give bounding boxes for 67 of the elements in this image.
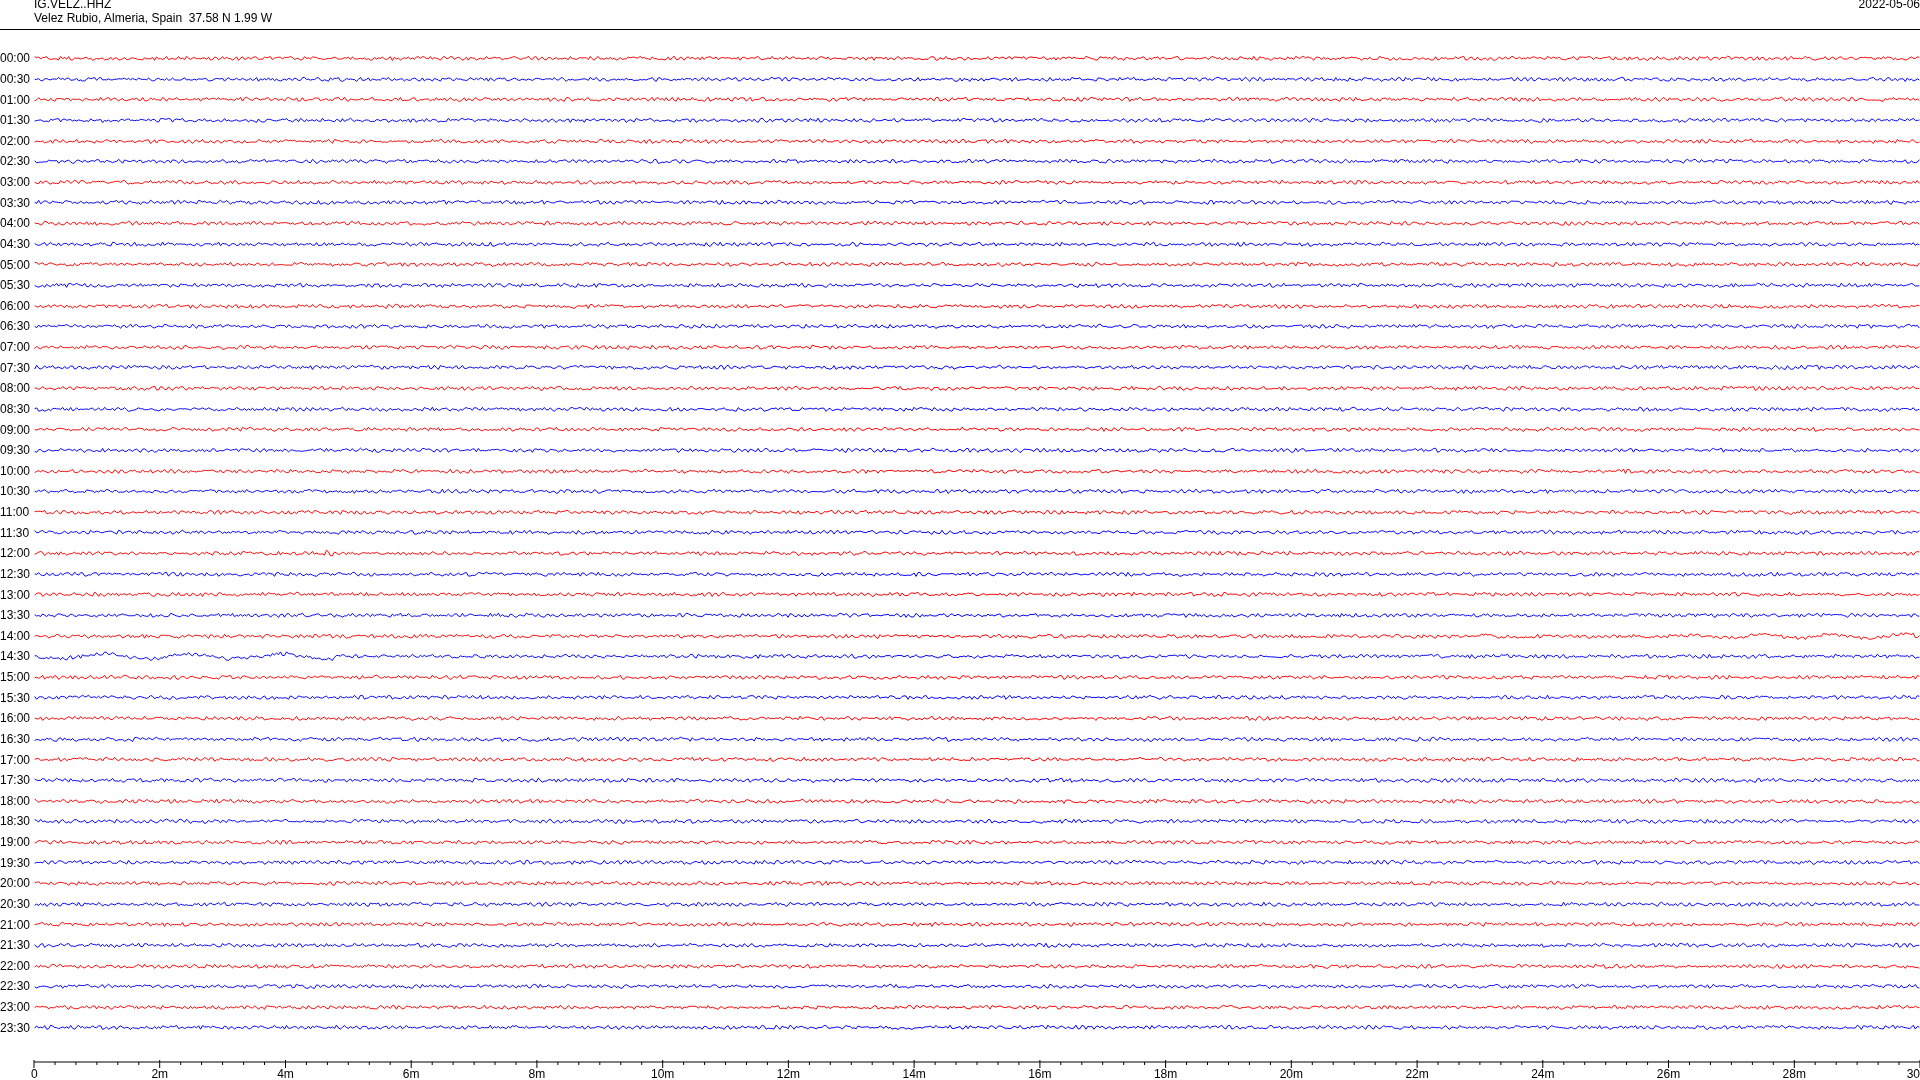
axis-label: 28m xyxy=(1782,1067,1806,1080)
axis-label: 24m xyxy=(1531,1067,1555,1080)
time-label: 13:00 xyxy=(0,587,32,602)
axis-label: 8m xyxy=(528,1067,546,1080)
time-label: 18:00 xyxy=(0,793,32,808)
axis-label: 0 xyxy=(31,1067,38,1080)
time-label: 20:30 xyxy=(0,896,32,911)
time-label: 17:30 xyxy=(0,773,32,788)
time-label: 11:00 xyxy=(0,505,31,520)
time-label: 09:30 xyxy=(0,443,32,458)
time-label: 12:30 xyxy=(0,566,32,581)
time-label: 19:30 xyxy=(0,855,32,870)
time-label: 06:30 xyxy=(0,319,32,334)
time-label: 04:00 xyxy=(0,216,32,231)
station-location: Velez Rubio, Almeria, Spain 37.58 N 1.99 W xyxy=(34,11,273,25)
time-label: 23:00 xyxy=(0,1000,32,1015)
time-label: 09:00 xyxy=(0,422,32,437)
plot-date: 2022-05-06 xyxy=(1858,0,1920,13)
axis-label: 20m xyxy=(1279,1067,1303,1080)
time-label: 03:30 xyxy=(0,195,32,210)
time-label: 16:00 xyxy=(0,711,32,726)
axis-label: 10m xyxy=(651,1067,675,1080)
axis-label: 14m xyxy=(902,1067,926,1080)
time-label: 03:00 xyxy=(0,175,32,190)
time-label: 21:30 xyxy=(0,938,32,953)
time-label: 20:00 xyxy=(0,876,32,891)
time-label: 07:30 xyxy=(0,360,32,375)
time-label: 05:00 xyxy=(0,257,32,272)
time-label: 14:30 xyxy=(0,649,32,664)
axis-label: 26m xyxy=(1656,1067,1681,1080)
time-label: 15:00 xyxy=(0,670,32,685)
time-label: 21:00 xyxy=(0,917,32,932)
axis-label: 4m xyxy=(277,1067,294,1080)
time-label: 08:30 xyxy=(0,401,32,416)
time-label: 10:00 xyxy=(0,463,32,478)
axis-label: 30 xyxy=(1906,1067,1920,1080)
station-code: IG.VELZ..HHZ xyxy=(34,0,113,11)
axis-label: 12m xyxy=(776,1067,801,1080)
axis-label: 2m xyxy=(151,1067,169,1080)
time-label: 23:30 xyxy=(0,1020,32,1035)
axis-label: 16m xyxy=(1028,1067,1052,1080)
time-label: 22:30 xyxy=(0,979,32,994)
time-label: 12:00 xyxy=(0,546,32,561)
time-label: 22:00 xyxy=(0,958,32,973)
time-label: 00:30 xyxy=(0,71,32,86)
time-label: 01:00 xyxy=(0,92,32,107)
time-label: 06:00 xyxy=(0,298,32,313)
axis-label: 18m xyxy=(1153,1067,1178,1080)
time-label: 16:30 xyxy=(0,731,32,746)
time-label: 02:00 xyxy=(0,133,32,148)
time-label: 01:30 xyxy=(0,113,32,128)
axis-label: 6m xyxy=(402,1067,420,1080)
time-label: 18:30 xyxy=(0,814,32,829)
time-label: 02:30 xyxy=(0,154,32,169)
time-label: 19:00 xyxy=(0,835,32,850)
time-label: 15:30 xyxy=(0,690,32,705)
time-label: 17:00 xyxy=(0,752,32,767)
time-label: 10:30 xyxy=(0,484,32,499)
time-label: 04:30 xyxy=(0,236,32,251)
time-label: 05:30 xyxy=(0,278,32,293)
time-label: 14:00 xyxy=(0,628,32,643)
time-label: 13:30 xyxy=(0,608,32,623)
time-label: 07:00 xyxy=(0,340,32,355)
axis-label: 22m xyxy=(1405,1067,1429,1080)
time-label: 11:30 xyxy=(0,525,31,540)
time-label: 00:00 xyxy=(0,51,32,66)
time-label: 08:00 xyxy=(0,381,32,396)
